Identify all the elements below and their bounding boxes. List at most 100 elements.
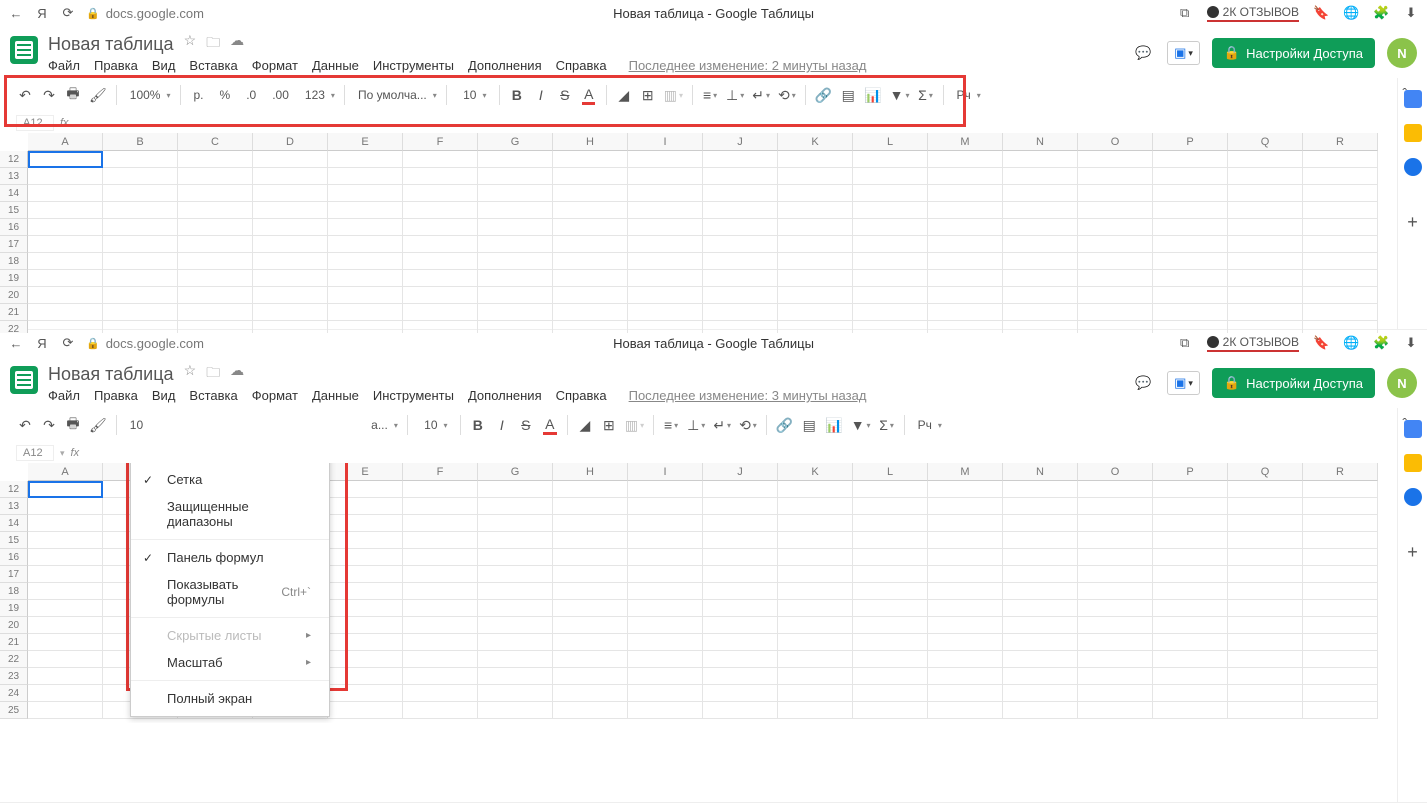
cell[interactable] <box>403 151 478 168</box>
cell[interactable] <box>103 185 178 202</box>
cell[interactable] <box>928 583 1003 600</box>
cell[interactable] <box>1303 287 1378 304</box>
comment-button[interactable]: ▤ <box>837 83 859 107</box>
add-addon-icon[interactable]: + <box>1407 212 1418 233</box>
filter-dropdown[interactable]: ▼ <box>848 413 874 437</box>
cell[interactable] <box>1153 583 1228 600</box>
col-header[interactable]: R <box>1303 463 1378 481</box>
cell[interactable] <box>1003 219 1078 236</box>
cell[interactable] <box>478 287 553 304</box>
menu-item-formula-bar[interactable]: ✓Панель формул <box>131 544 329 571</box>
col-header[interactable]: G <box>478 463 553 481</box>
cell[interactable] <box>553 185 628 202</box>
cell[interactable] <box>403 515 478 532</box>
cell[interactable] <box>1003 617 1078 634</box>
cell[interactable] <box>703 287 778 304</box>
cell[interactable] <box>553 287 628 304</box>
cell[interactable] <box>1153 651 1228 668</box>
menu-правка[interactable]: Правка <box>94 58 138 73</box>
functions-dropdown[interactable]: Σ <box>876 413 898 437</box>
cell[interactable] <box>178 168 253 185</box>
cell[interactable] <box>628 532 703 549</box>
menu-item-protected-ranges[interactable]: Защищенные диапазоны <box>131 493 329 535</box>
cell[interactable] <box>1003 185 1078 202</box>
menu-файл[interactable]: Файл <box>48 388 80 403</box>
col-header[interactable]: L <box>853 133 928 151</box>
cell[interactable] <box>853 617 928 634</box>
font-size-dropdown[interactable]: 10 <box>414 413 454 437</box>
cell[interactable] <box>328 549 403 566</box>
cell[interactable] <box>1228 668 1303 685</box>
col-header[interactable]: A <box>28 133 103 151</box>
row-header[interactable]: 15 <box>0 532 28 549</box>
cell[interactable] <box>328 151 403 168</box>
cell[interactable] <box>703 151 778 168</box>
cell[interactable] <box>178 151 253 168</box>
cell[interactable] <box>928 481 1003 498</box>
cell[interactable] <box>928 651 1003 668</box>
cell[interactable] <box>28 287 103 304</box>
cell[interactable] <box>28 253 103 270</box>
cell[interactable] <box>1078 651 1153 668</box>
cell[interactable] <box>28 219 103 236</box>
cell[interactable] <box>253 236 328 253</box>
fill-color-button[interactable]: ◢ <box>574 413 596 437</box>
cell[interactable] <box>328 702 403 719</box>
cell[interactable] <box>1003 168 1078 185</box>
cell[interactable] <box>928 702 1003 719</box>
cloud-icon[interactable]: ☁ <box>230 362 244 386</box>
cell[interactable] <box>778 498 853 515</box>
cell[interactable] <box>403 304 478 321</box>
extension-icon[interactable]: 🧩 <box>1373 335 1389 351</box>
cell[interactable] <box>1228 617 1303 634</box>
calendar-icon[interactable] <box>1404 90 1422 108</box>
window-icon[interactable]: ⧉ <box>1177 5 1193 21</box>
cell[interactable] <box>628 253 703 270</box>
cell[interactable] <box>928 685 1003 702</box>
cell[interactable] <box>103 168 178 185</box>
cell[interactable] <box>403 481 478 498</box>
link-button[interactable]: 🔗 <box>812 83 835 107</box>
col-header[interactable]: F <box>403 463 478 481</box>
cell[interactable] <box>328 219 403 236</box>
cell[interactable] <box>178 304 253 321</box>
cell[interactable] <box>928 532 1003 549</box>
cell[interactable] <box>1303 532 1378 549</box>
paint-format-button[interactable]: 🖌 <box>86 413 110 437</box>
cell[interactable] <box>28 685 103 702</box>
cell[interactable] <box>28 566 103 583</box>
cell[interactable] <box>28 668 103 685</box>
cell[interactable] <box>553 549 628 566</box>
cell[interactable] <box>103 304 178 321</box>
cell[interactable] <box>103 202 178 219</box>
cell[interactable] <box>1153 668 1228 685</box>
cell[interactable] <box>328 236 403 253</box>
cell[interactable] <box>853 668 928 685</box>
col-header[interactable]: Q <box>1228 463 1303 481</box>
cell[interactable] <box>553 566 628 583</box>
cell[interactable] <box>403 583 478 600</box>
cell[interactable] <box>178 287 253 304</box>
menu-вид[interactable]: Вид <box>152 388 176 403</box>
cell[interactable] <box>253 304 328 321</box>
rotate-dropdown[interactable]: ⟲ <box>775 83 799 107</box>
cell[interactable] <box>103 270 178 287</box>
cell[interactable] <box>28 549 103 566</box>
col-header[interactable]: H <box>553 463 628 481</box>
cell[interactable] <box>1228 202 1303 219</box>
cell[interactable] <box>1228 498 1303 515</box>
cell[interactable] <box>178 253 253 270</box>
cell[interactable] <box>1078 202 1153 219</box>
cell[interactable] <box>1303 253 1378 270</box>
cell[interactable] <box>1003 202 1078 219</box>
cell[interactable] <box>778 515 853 532</box>
cell[interactable] <box>553 685 628 702</box>
cell[interactable] <box>628 549 703 566</box>
row-header[interactable]: 22 <box>0 651 28 668</box>
cell[interactable] <box>1078 304 1153 321</box>
col-header[interactable]: I <box>628 133 703 151</box>
cell[interactable] <box>628 236 703 253</box>
col-header[interactable]: P <box>1153 133 1228 151</box>
cell[interactable] <box>928 634 1003 651</box>
bold-button[interactable]: B <box>506 83 528 107</box>
